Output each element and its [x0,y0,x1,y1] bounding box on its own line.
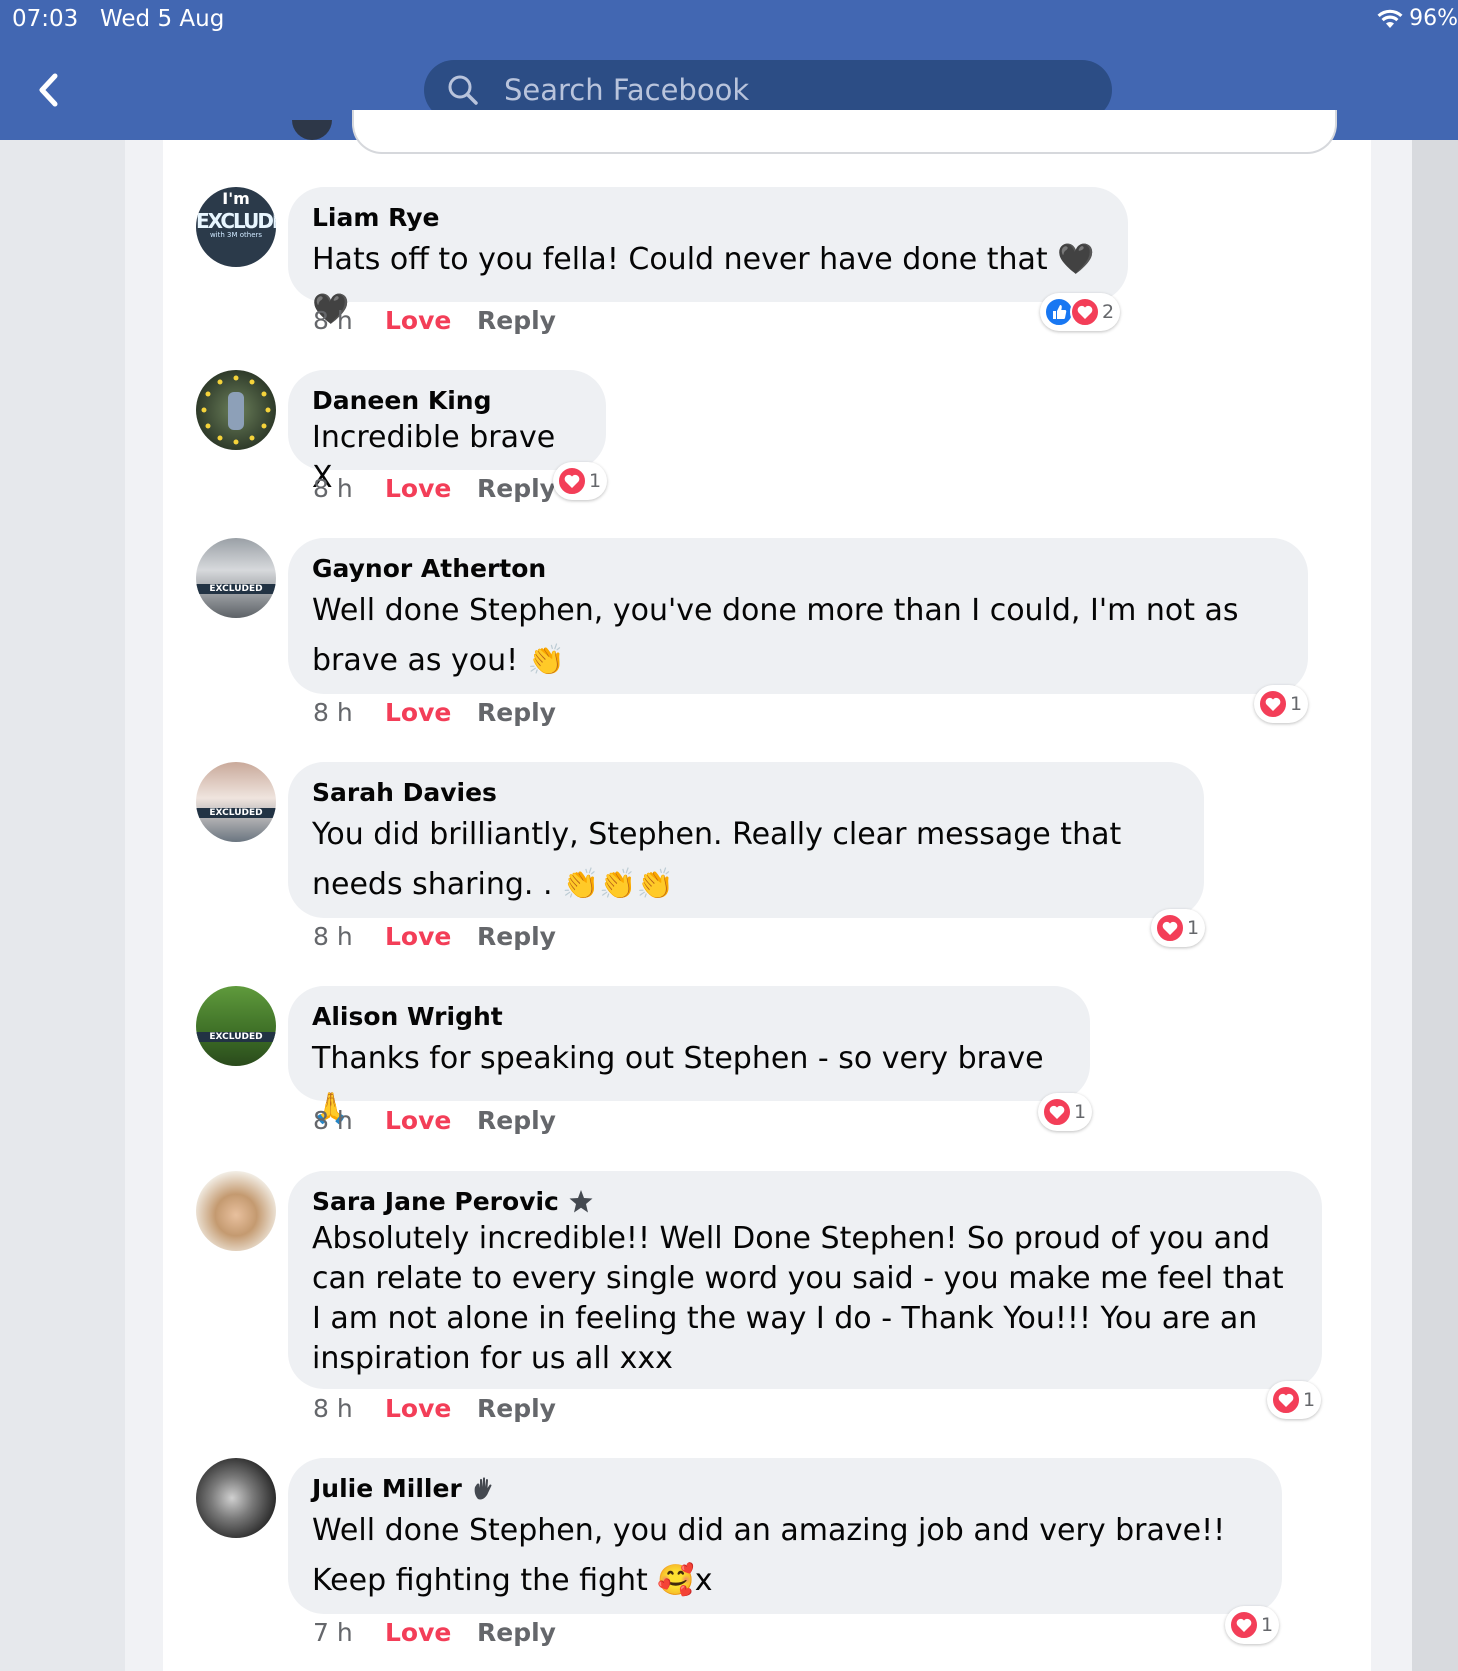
love-reaction-icon [1229,1610,1259,1640]
comment-actions: 8 h Love Reply [313,1394,556,1423]
love-button[interactable]: Love [385,474,477,503]
commenter-name[interactable]: Julie Miller [312,1472,1258,1506]
avatar[interactable] [196,1171,276,1251]
reaction-count[interactable]: 1 [1254,685,1309,723]
commenter-name[interactable]: Alison Wright [312,1000,1066,1034]
eu-stars-avatar-icon [201,375,271,445]
reply-button[interactable]: Reply [477,1106,556,1135]
avatar[interactable]: EXCLUDED [196,762,276,842]
back-button[interactable] [28,68,68,112]
love-button[interactable]: Love [385,1394,477,1423]
reaction-count[interactable]: 1 [1225,1606,1280,1644]
reply-button[interactable]: Reply [477,306,556,335]
comment-bubble: Gaynor Atherton Well done Stephen, you'v… [288,538,1308,694]
avatar[interactable]: I'm EXCLUDED with 3M others [196,187,276,267]
comment-time: 8 h [313,306,353,335]
comment-text: Well done Stephen, you did an amazing jo… [312,1513,1226,1598]
reply-button[interactable]: Reply [477,474,556,503]
reaction-count[interactable]: 1 [1267,1381,1322,1419]
commenter-name[interactable]: Sarah Davies [312,776,1180,810]
chevron-left-icon [39,73,58,107]
search-input[interactable] [504,73,1064,107]
reply-button[interactable]: Reply [477,1618,556,1647]
status-time: 07:03 [12,6,79,32]
battery-level: 96% [1409,6,1458,31]
previous-comment-edge [352,110,1337,154]
comment-time: 8 h [313,698,353,727]
reply-button[interactable]: Reply [477,698,556,727]
comment-actions: 8 h Love Reply [313,698,556,727]
reaction-count[interactable]: 1 [553,462,608,500]
love-reaction-icon [1070,297,1100,327]
comment-actions: 8 h Love Reply [313,474,556,503]
right-margin [1412,140,1458,1671]
left-margin [0,140,125,1671]
love-reaction-icon [557,466,587,496]
comment-time: 8 h [313,1106,353,1135]
love-reaction-icon [1258,689,1288,719]
love-button[interactable]: Love [385,306,477,335]
comment-bubble: Julie Miller Well done Stephen, you did … [288,1458,1282,1614]
reply-button[interactable]: Reply [477,1394,556,1423]
love-button[interactable]: Love [385,922,477,951]
comment-time: 7 h [313,1618,353,1647]
status-date: Wed 5 Aug [100,6,225,32]
status-indicators: 96% [1377,6,1458,31]
comment-actions: 8 h Love Reply [313,306,556,335]
comment-text: Well done Stephen, you've done more than… [312,593,1239,678]
wifi-icon [1377,9,1403,28]
comment-actions: 7 h Love Reply [313,1618,556,1647]
comment-actions: 8 h Love Reply [313,922,556,951]
love-button[interactable]: Love [385,1618,477,1647]
comment-bubble: Liam Rye Hats off to you fella! Could ne… [288,187,1128,327]
comment-bubble: Sara Jane Perovic Absolutely incredible!… [288,1171,1322,1389]
reply-button[interactable]: Reply [477,922,556,951]
love-reaction-icon [1271,1385,1301,1415]
comment-bubble: Daneen King Incredible brave X [288,370,606,495]
comment-bubble: Alison Wright Thanks for speaking out St… [288,986,1090,1126]
waving-hand-badge-icon [474,1477,492,1500]
comment-actions: 8 h Love Reply [313,1106,556,1135]
love-button[interactable]: Love [385,1106,477,1135]
commenter-name[interactable]: Liam Rye [312,201,1104,235]
comment-time: 8 h [313,1394,353,1423]
avatar[interactable] [196,1458,276,1538]
comment-time: 8 h [313,474,353,503]
love-reaction-icon [1155,913,1185,943]
avatar[interactable] [196,370,276,450]
search-icon [448,75,478,105]
love-button[interactable]: Love [385,698,477,727]
commenter-name[interactable]: Gaynor Atherton [312,552,1284,586]
avatar[interactable]: EXCLUDED [196,538,276,618]
reaction-count[interactable]: 2 [1040,293,1121,331]
avatar[interactable]: EXCLUDED [196,986,276,1066]
comment-text: You did brilliantly, Stephen. Really cle… [312,817,1122,902]
reaction-count[interactable]: 1 [1151,909,1206,947]
commenter-name[interactable]: Sara Jane Perovic [312,1185,1298,1219]
reaction-count[interactable]: 1 [1038,1093,1093,1131]
love-reaction-icon [1042,1097,1072,1127]
star-badge-icon [569,1190,593,1213]
comment-text: Absolutely incredible!! Well Done Stephe… [312,1221,1284,1376]
commenter-name[interactable]: Daneen King [312,384,582,418]
comment-bubble: Sarah Davies You did brilliantly, Stephe… [288,762,1204,918]
comment-time: 8 h [313,922,353,951]
